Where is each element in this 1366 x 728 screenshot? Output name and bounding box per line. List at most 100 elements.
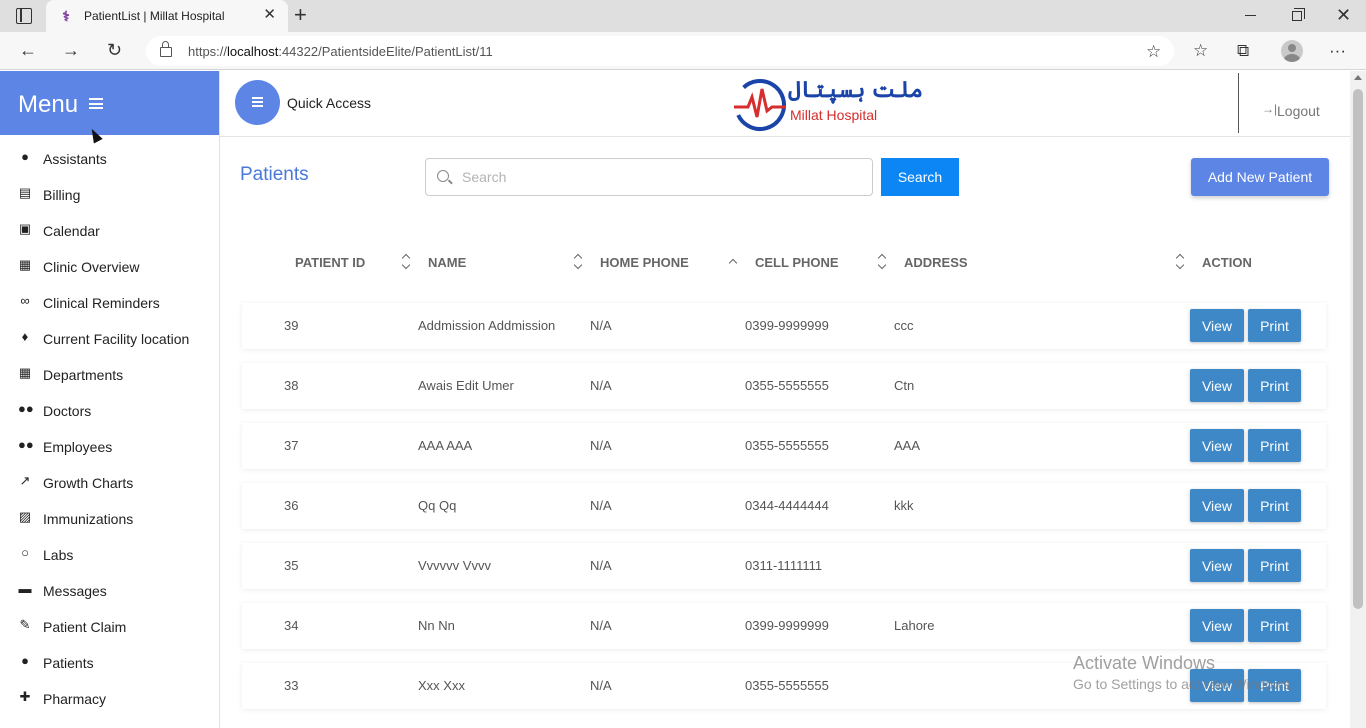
search-button[interactable]: Search (881, 158, 959, 196)
sort-ascending-icon[interactable] (729, 258, 739, 268)
sidebar-item-labs[interactable]: ○ Labs (0, 537, 219, 573)
sidebar-item-billing[interactable]: ▤ Billing (0, 177, 219, 213)
building-icon: ▦ (18, 365, 32, 380)
browser-tab-strip: ⚕ PatientList | Millat Hospital ✕ + ✕ (0, 0, 1366, 32)
people-icon: ●● (18, 437, 34, 452)
header-divider (1238, 73, 1239, 133)
patient-id-cell: 33 (284, 678, 299, 693)
table-row: 35 Vvvvvv Vvvv N/A 0311-1111111 View Pri… (242, 543, 1326, 589)
close-icon[interactable]: ✕ (263, 7, 276, 23)
print-button[interactable]: Print (1248, 669, 1301, 702)
tab-actions-icon[interactable] (16, 8, 32, 24)
column-header-name[interactable]: NAME (428, 255, 466, 270)
patient-id-cell: 36 (284, 498, 299, 513)
home-phone-cell: N/A (590, 678, 612, 693)
sidebar-item-assistants[interactable]: ● Assistants (0, 141, 219, 177)
hamburger-icon[interactable] (89, 98, 103, 109)
sort-icon[interactable] (574, 253, 584, 271)
logo-urdu-text: ملت ہسپتال (788, 77, 924, 102)
view-button[interactable]: View (1190, 669, 1244, 702)
view-button[interactable]: View (1190, 549, 1244, 582)
main-content: Patients Search Add New Patient PATIENT … (220, 137, 1350, 728)
sidebar-item-messages[interactable]: ▬ Messages (0, 573, 219, 609)
print-button[interactable]: Print (1248, 549, 1301, 582)
sidebar-item-doctors[interactable]: ●● Doctors (0, 393, 219, 429)
sort-icon[interactable] (402, 253, 412, 271)
sidebar-item-current-facility-location[interactable]: ♦ Current Facility location (0, 321, 219, 357)
name-cell: AAA AAA (418, 438, 473, 453)
page-scrollbar[interactable] (1350, 71, 1366, 728)
url-text: https://localhost:44322/PatientsideElite… (188, 44, 493, 59)
trending-up-icon: ↗ (19, 473, 31, 488)
calendar-icon: ▣ (18, 221, 32, 236)
url-field[interactable]: https://localhost:44322/PatientsideElite… (146, 36, 1174, 66)
add-favorite-icon[interactable]: ☆ (1146, 42, 1161, 62)
sidebar-nav: ● Assistants ▤ Billing ▣ Calendar ▦ Clinic O… (0, 141, 219, 717)
person-icon: ● (21, 149, 29, 164)
sidebar-item-calendar[interactable]: ▣ Calendar (0, 213, 219, 249)
view-button[interactable]: View (1190, 609, 1244, 642)
restore-icon[interactable] (1292, 8, 1305, 21)
column-header-address[interactable]: ADDRESS (904, 255, 968, 270)
home-phone-cell: N/A (590, 318, 612, 333)
print-button[interactable]: Print (1248, 609, 1301, 642)
menu-header[interactable]: Menu (0, 71, 219, 135)
patient-id-cell: 37 (284, 438, 299, 453)
pharmacy-icon: ✚ (19, 689, 31, 704)
favorites-icon[interactable]: ☆ (1193, 41, 1208, 61)
sidebar-item-pharmacy[interactable]: ✚ Pharmacy (0, 681, 219, 717)
table-row: 38 Awais Edit Umer N/A 0355-5555555 Ctn … (242, 363, 1326, 409)
home-phone-cell: N/A (590, 498, 612, 513)
window-close-icon[interactable]: ✕ (1336, 6, 1351, 24)
sidebar-item-immunizations[interactable]: ▨ Immunizations (0, 501, 219, 537)
column-header-home-phone[interactable]: HOME PHONE (600, 255, 689, 270)
view-button[interactable]: View (1190, 489, 1244, 522)
column-header-patient-id[interactable]: PATIENT ID (295, 255, 365, 270)
patient-id-cell: 38 (284, 378, 299, 393)
refresh-icon[interactable]: ↻ (107, 40, 122, 60)
hospital-logo: ملت ہسپتال Millat Hospital (732, 75, 923, 133)
collections-icon[interactable]: ⧉ (1237, 41, 1249, 61)
profile-avatar-icon[interactable] (1281, 40, 1303, 62)
back-icon[interactable]: ← (19, 40, 37, 60)
sidebar-item-clinic-overview[interactable]: ▦ Clinic Overview (0, 249, 219, 285)
print-button[interactable]: Print (1248, 309, 1301, 342)
quick-access-label[interactable]: Quick Access (287, 95, 371, 111)
menu-title: Menu (18, 91, 79, 118)
caduceus-icon: ⚕ (62, 8, 70, 24)
view-button[interactable]: View (1190, 369, 1244, 402)
browser-tab[interactable]: ⚕ PatientList | Millat Hospital ✕ (46, 0, 288, 32)
sidebar-item-growth-charts[interactable]: ↗ Growth Charts (0, 465, 219, 501)
add-new-patient-button[interactable]: Add New Patient (1191, 158, 1329, 196)
sort-icon[interactable] (878, 253, 888, 271)
scrollbar-thumb[interactable] (1353, 89, 1363, 609)
search-box (425, 158, 873, 196)
cell-phone-cell: 0344-4444444 (745, 498, 829, 513)
sidebar-item-departments[interactable]: ▦ Departments (0, 357, 219, 393)
address-cell: Ctn (894, 378, 915, 393)
patient-id-cell: 39 (284, 318, 299, 333)
logout-icon[interactable]: →| (1262, 102, 1277, 116)
sort-icon[interactable] (1176, 253, 1186, 271)
lock-icon[interactable] (160, 41, 172, 57)
forward-icon[interactable]: → (62, 40, 80, 60)
more-options-icon[interactable]: ··· (1329, 41, 1346, 61)
sidebar-item-patient-claim[interactable]: ✎ Patient Claim (0, 609, 219, 645)
sidebar-item-clinical-reminders[interactable]: ∞ Clinical Reminders (0, 285, 219, 321)
minimize-icon[interactable] (1245, 15, 1256, 16)
sidebar-item-employees[interactable]: ●● Employees (0, 429, 219, 465)
print-button[interactable]: Print (1248, 429, 1301, 462)
logout-link[interactable]: Logout (1277, 103, 1320, 119)
print-button[interactable]: Print (1248, 369, 1301, 402)
view-button[interactable]: View (1190, 309, 1244, 342)
hamburger-icon (252, 97, 263, 107)
logo-english-text: Millat Hospital (790, 107, 878, 123)
scroll-up-arrow-icon[interactable] (1354, 75, 1362, 80)
print-button[interactable]: Print (1248, 489, 1301, 522)
quick-access-button[interactable] (235, 80, 280, 125)
view-button[interactable]: View (1190, 429, 1244, 462)
column-header-cell-phone[interactable]: CELL PHONE (755, 255, 839, 270)
search-input[interactable] (462, 159, 862, 195)
sidebar-item-patients[interactable]: ● Patients (0, 645, 219, 681)
new-tab-icon[interactable]: + (294, 4, 307, 26)
